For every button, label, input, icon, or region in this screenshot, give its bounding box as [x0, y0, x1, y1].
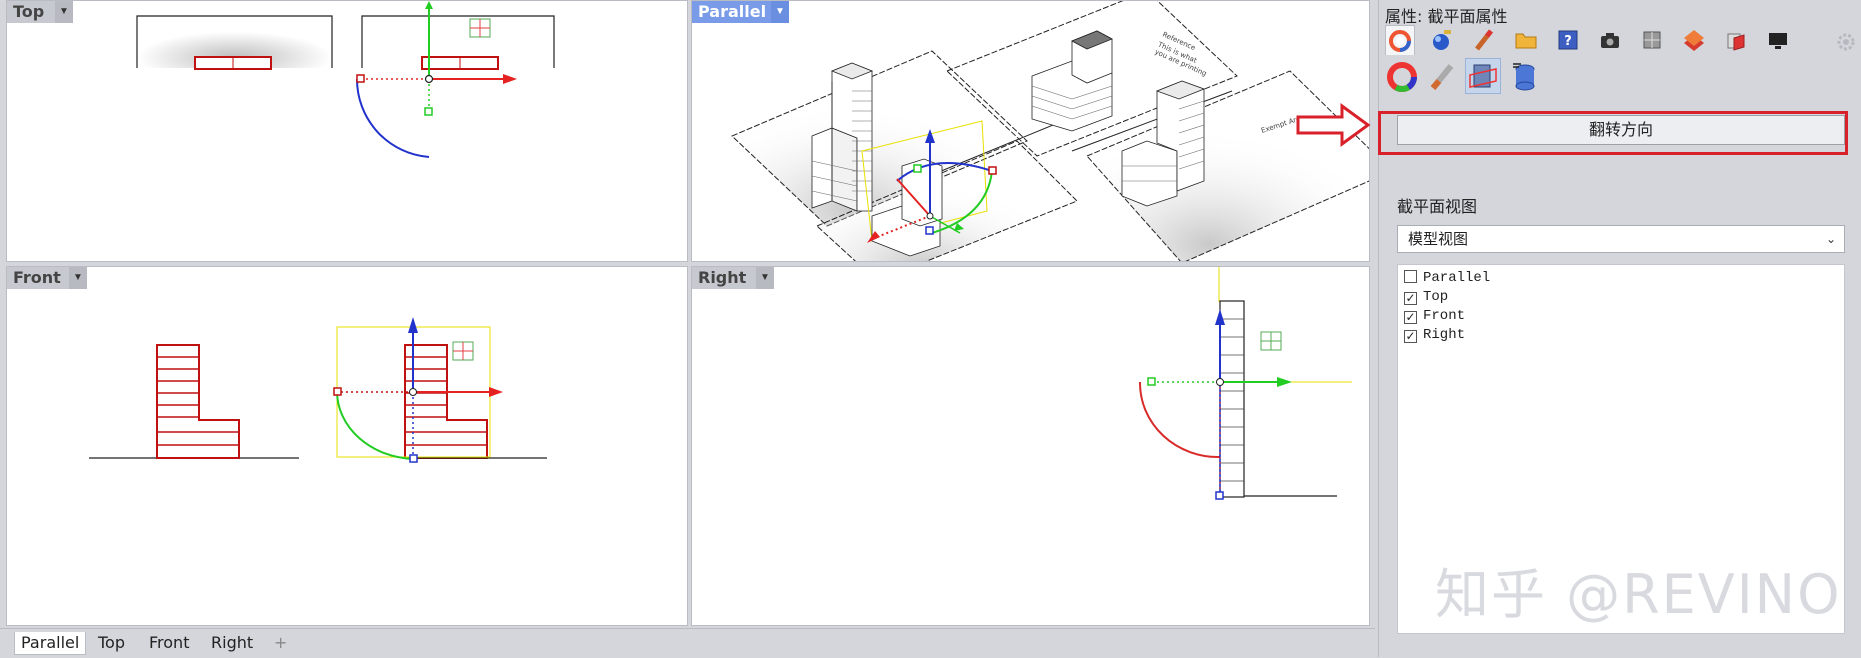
checkbox-label: Top — [1423, 289, 1449, 305]
annotation-arrow-icon — [1296, 103, 1371, 147]
brush-icon[interactable] — [1425, 60, 1459, 94]
tab-front[interactable]: Front — [143, 632, 195, 654]
chevron-down-icon: ⌄ — [1825, 232, 1836, 246]
checkbox-right[interactable]: ✓ — [1404, 330, 1417, 343]
viewport-title-front[interactable]: Front — [7, 267, 69, 289]
section-grid-icon — [452, 341, 474, 361]
panel-title: 属性: 截平面属性 — [1385, 7, 1508, 26]
chevron-down-icon[interactable]: ▼ — [69, 267, 87, 289]
camera-icon[interactable] — [1595, 25, 1625, 55]
viewport-parallel[interactable]: Reference This is what you are printing … — [691, 0, 1370, 262]
grid-icon[interactable] — [1637, 25, 1667, 55]
view-checklist: Parallel ✓ Top ✓ Front ✓ Right — [1397, 264, 1845, 634]
color-wheel-icon[interactable] — [1385, 60, 1419, 94]
layer-icon[interactable] — [1679, 25, 1709, 55]
section-view-label: 截平面视图 — [1397, 197, 1478, 216]
flip-direction-button[interactable]: 翻转方向 — [1397, 115, 1845, 145]
tab-parallel[interactable]: Parallel — [14, 632, 87, 655]
section-grid-icon — [1260, 331, 1282, 351]
viewport-title-top[interactable]: Top — [7, 1, 55, 23]
chevron-down-icon[interactable]: ▼ — [55, 1, 73, 23]
paint-icon[interactable] — [1469, 25, 1499, 55]
database-icon[interactable] — [1507, 60, 1541, 94]
section-grid-icon — [469, 18, 491, 38]
chevron-down-icon[interactable]: ▼ — [756, 267, 774, 289]
viewport-tabs: Parallel Top Front Right + — [0, 628, 1375, 658]
front-view-canvas[interactable] — [7, 267, 688, 626]
properties-panel: 属性: 截平面属性 ? 翻转方向 截平面视图 模型视图 ⌄ Parallel ✓… — [1378, 0, 1861, 657]
list-item[interactable]: Parallel — [1404, 269, 1490, 287]
viewport-top[interactable]: Top ▼ — [6, 0, 688, 262]
view-select-value: 模型视图 — [1408, 230, 1469, 248]
right-view-canvas[interactable] — [692, 267, 1370, 626]
display-icon[interactable] — [1763, 25, 1793, 55]
folder-icon[interactable] — [1511, 25, 1541, 55]
parallel-view-canvas[interactable]: Reference This is what you are printing … — [692, 1, 1370, 262]
clipping-plane-icon[interactable] — [1465, 58, 1501, 94]
decal-icon[interactable] — [1721, 25, 1751, 55]
svg-text:?: ? — [1564, 34, 1572, 49]
checkbox-label: Right — [1423, 327, 1466, 343]
list-item[interactable]: ✓ Front — [1404, 307, 1465, 325]
list-item[interactable]: ✓ Top — [1404, 288, 1448, 306]
view-select[interactable]: 模型视图 ⌄ — [1397, 225, 1845, 253]
checkbox-label: Parallel — [1423, 270, 1491, 286]
settings-icon[interactable] — [1831, 27, 1861, 57]
viewport-front[interactable]: Front ▼ — [6, 266, 688, 626]
checkbox-parallel[interactable] — [1404, 270, 1417, 283]
render-icon[interactable] — [1427, 25, 1457, 55]
viewport-right[interactable]: Right ▼ — [691, 266, 1370, 626]
top-view-canvas[interactable] — [7, 1, 688, 262]
add-tab-button[interactable]: + — [268, 632, 293, 654]
chevron-down-icon[interactable]: ▼ — [771, 1, 789, 23]
material-icon[interactable] — [1385, 25, 1415, 55]
list-item[interactable]: ✓ Right — [1404, 326, 1465, 344]
checkbox-label: Front — [1423, 308, 1466, 324]
checkbox-front[interactable]: ✓ — [1404, 311, 1417, 324]
tab-right[interactable]: Right — [205, 632, 259, 654]
tab-top[interactable]: Top — [92, 632, 131, 654]
viewport-title-parallel[interactable]: Parallel — [692, 1, 771, 23]
checkbox-top[interactable]: ✓ — [1404, 292, 1417, 305]
help-icon[interactable]: ? — [1553, 25, 1583, 55]
viewport-title-right[interactable]: Right — [692, 267, 756, 289]
